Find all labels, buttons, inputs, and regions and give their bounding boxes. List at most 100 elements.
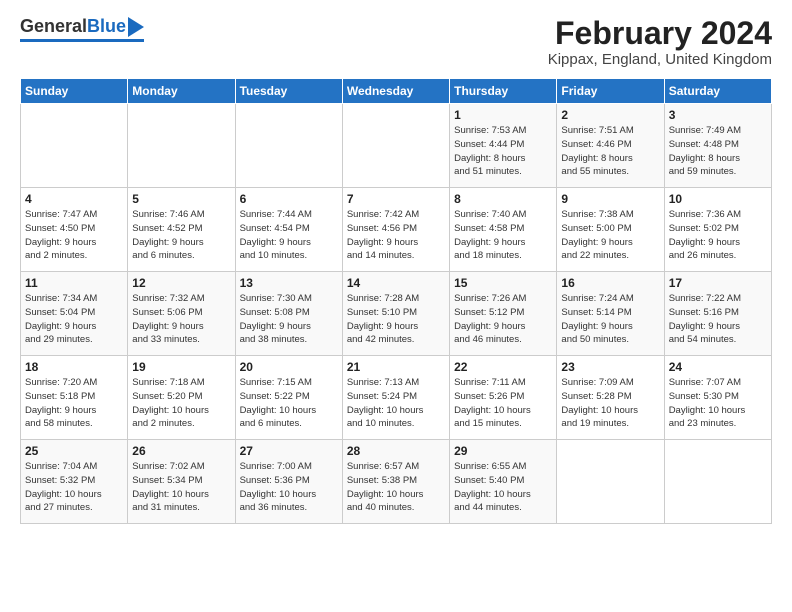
day-info: Sunrise: 7:38 AM Sunset: 5:00 PM Dayligh… xyxy=(561,208,659,263)
calendar-cell: 18 Sunrise: 7:20 AM Sunset: 5:18 PM Dayli… xyxy=(21,356,128,440)
calendar-cell: 6 Sunrise: 7:44 AM Sunset: 4:54 PM Daylig… xyxy=(235,188,342,272)
day-info: Sunrise: 7:11 AM Sunset: 5:26 PM Dayligh… xyxy=(454,376,552,431)
calendar-cell xyxy=(128,104,235,188)
day-number: 16 xyxy=(561,276,659,290)
logo-arrow-icon xyxy=(128,17,144,37)
calendar-cell: 3Sunrise: 7:49 AM Sunset: 4:48 PM Daylig… xyxy=(664,104,771,188)
day-number: 13 xyxy=(240,276,338,290)
calendar-cell: 11 Sunrise: 7:34 AM Sunset: 5:04 PM Dayli… xyxy=(21,272,128,356)
calendar-cell xyxy=(664,440,771,524)
week-row-4: 18 Sunrise: 7:20 AM Sunset: 5:18 PM Dayli… xyxy=(21,356,772,440)
day-number: 15 xyxy=(454,276,552,290)
day-info: Sunrise: 7:53 AM Sunset: 4:44 PM Dayligh… xyxy=(454,124,552,179)
calendar-cell: 17Sunrise: 7:22 AM Sunset: 5:16 PM Dayli… xyxy=(664,272,771,356)
calendar-cell xyxy=(342,104,449,188)
week-row-1: 1 Sunrise: 7:53 AM Sunset: 4:44 PM Daylig… xyxy=(21,104,772,188)
day-number: 6 xyxy=(240,192,338,206)
day-number: 23 xyxy=(561,360,659,374)
calendar-cell: 23 Sunrise: 7:09 AM Sunset: 5:28 PM Dayli… xyxy=(557,356,664,440)
day-number: 26 xyxy=(132,444,230,458)
day-number: 10 xyxy=(669,192,767,206)
day-info: Sunrise: 7:09 AM Sunset: 5:28 PM Dayligh… xyxy=(561,376,659,431)
day-number: 1 xyxy=(454,108,552,122)
day-number: 28 xyxy=(347,444,445,458)
day-info: Sunrise: 7:42 AM Sunset: 4:56 PM Dayligh… xyxy=(347,208,445,263)
day-info: Sunrise: 7:44 AM Sunset: 4:54 PM Dayligh… xyxy=(240,208,338,263)
week-row-2: 4 Sunrise: 7:47 AM Sunset: 4:50 PM Daylig… xyxy=(21,188,772,272)
day-info: Sunrise: 7:22 AM Sunset: 5:16 PM Dayligh… xyxy=(669,292,767,347)
day-number: 14 xyxy=(347,276,445,290)
calendar-cell xyxy=(235,104,342,188)
day-number: 11 xyxy=(25,276,123,290)
day-info: Sunrise: 7:46 AM Sunset: 4:52 PM Dayligh… xyxy=(132,208,230,263)
day-info: Sunrise: 7:15 AM Sunset: 5:22 PM Dayligh… xyxy=(240,376,338,431)
day-info: Sunrise: 7:34 AM Sunset: 5:04 PM Dayligh… xyxy=(25,292,123,347)
day-number: 19 xyxy=(132,360,230,374)
calendar-cell: 4 Sunrise: 7:47 AM Sunset: 4:50 PM Daylig… xyxy=(21,188,128,272)
day-number: 4 xyxy=(25,192,123,206)
day-number: 22 xyxy=(454,360,552,374)
col-header-thursday: Thursday xyxy=(450,79,557,104)
day-number: 20 xyxy=(240,360,338,374)
calendar-cell: 21 Sunrise: 7:13 AM Sunset: 5:24 PM Dayli… xyxy=(342,356,449,440)
calendar-cell: 2 Sunrise: 7:51 AM Sunset: 4:46 PM Daylig… xyxy=(557,104,664,188)
calendar-cell: 9Sunrise: 7:38 AM Sunset: 5:00 PM Daylig… xyxy=(557,188,664,272)
header: GeneralBlue February 2024 Kippax, Englan… xyxy=(20,16,772,68)
logo-blue: Blue xyxy=(87,16,126,37)
day-number: 5 xyxy=(132,192,230,206)
day-info: Sunrise: 7:36 AM Sunset: 5:02 PM Dayligh… xyxy=(669,208,767,263)
calendar-cell: 1 Sunrise: 7:53 AM Sunset: 4:44 PM Daylig… xyxy=(450,104,557,188)
calendar-cell: 25Sunrise: 7:04 AM Sunset: 5:32 PM Dayli… xyxy=(21,440,128,524)
day-number: 3 xyxy=(669,108,767,122)
calendar-cell xyxy=(557,440,664,524)
calendar-cell: 22 Sunrise: 7:11 AM Sunset: 5:26 PM Dayli… xyxy=(450,356,557,440)
day-info: Sunrise: 7:51 AM Sunset: 4:46 PM Dayligh… xyxy=(561,124,659,179)
calendar-cell xyxy=(21,104,128,188)
logo-text: GeneralBlue xyxy=(20,16,144,37)
calendar-table: SundayMondayTuesdayWednesdayThursdayFrid… xyxy=(20,78,772,524)
calendar-cell: 16 Sunrise: 7:24 AM Sunset: 5:14 PM Dayli… xyxy=(557,272,664,356)
calendar-cell: 28 Sunrise: 6:57 AM Sunset: 5:38 PM Dayli… xyxy=(342,440,449,524)
col-header-tuesday: Tuesday xyxy=(235,79,342,104)
calendar-cell: 26Sunrise: 7:02 AM Sunset: 5:34 PM Dayli… xyxy=(128,440,235,524)
day-number: 21 xyxy=(347,360,445,374)
calendar-cell: 24 Sunrise: 7:07 AM Sunset: 5:30 PM Dayli… xyxy=(664,356,771,440)
day-info: Sunrise: 6:57 AM Sunset: 5:38 PM Dayligh… xyxy=(347,460,445,515)
day-number: 18 xyxy=(25,360,123,374)
day-info: Sunrise: 7:47 AM Sunset: 4:50 PM Dayligh… xyxy=(25,208,123,263)
calendar-cell: 27Sunrise: 7:00 AM Sunset: 5:36 PM Dayli… xyxy=(235,440,342,524)
day-info: Sunrise: 6:55 AM Sunset: 5:40 PM Dayligh… xyxy=(454,460,552,515)
col-header-wednesday: Wednesday xyxy=(342,79,449,104)
day-info: Sunrise: 7:40 AM Sunset: 4:58 PM Dayligh… xyxy=(454,208,552,263)
calendar-cell: 8 Sunrise: 7:40 AM Sunset: 4:58 PM Daylig… xyxy=(450,188,557,272)
day-number: 12 xyxy=(132,276,230,290)
day-info: Sunrise: 7:30 AM Sunset: 5:08 PM Dayligh… xyxy=(240,292,338,347)
calendar-header-row: SundayMondayTuesdayWednesdayThursdayFrid… xyxy=(21,79,772,104)
day-number: 8 xyxy=(454,192,552,206)
calendar-cell: 14 Sunrise: 7:28 AM Sunset: 5:10 PM Dayli… xyxy=(342,272,449,356)
title-block: February 2024 Kippax, England, United Ki… xyxy=(548,16,772,68)
page: GeneralBlue February 2024 Kippax, Englan… xyxy=(0,0,792,536)
day-info: Sunrise: 7:28 AM Sunset: 5:10 PM Dayligh… xyxy=(347,292,445,347)
calendar-cell: 7 Sunrise: 7:42 AM Sunset: 4:56 PM Daylig… xyxy=(342,188,449,272)
calendar-cell: 5 Sunrise: 7:46 AM Sunset: 4:52 PM Daylig… xyxy=(128,188,235,272)
day-number: 24 xyxy=(669,360,767,374)
calendar-cell: 20 Sunrise: 7:15 AM Sunset: 5:22 PM Dayli… xyxy=(235,356,342,440)
calendar-cell: 10 Sunrise: 7:36 AM Sunset: 5:02 PM Dayli… xyxy=(664,188,771,272)
day-number: 2 xyxy=(561,108,659,122)
day-info: Sunrise: 7:24 AM Sunset: 5:14 PM Dayligh… xyxy=(561,292,659,347)
day-info: Sunrise: 7:20 AM Sunset: 5:18 PM Dayligh… xyxy=(25,376,123,431)
day-number: 27 xyxy=(240,444,338,458)
calendar-title: February 2024 xyxy=(548,16,772,51)
week-row-3: 11 Sunrise: 7:34 AM Sunset: 5:04 PM Dayli… xyxy=(21,272,772,356)
logo: GeneralBlue xyxy=(20,16,144,42)
col-header-sunday: Sunday xyxy=(21,79,128,104)
day-info: Sunrise: 7:07 AM Sunset: 5:30 PM Dayligh… xyxy=(669,376,767,431)
day-number: 7 xyxy=(347,192,445,206)
calendar-cell: 13 Sunrise: 7:30 AM Sunset: 5:08 PM Dayli… xyxy=(235,272,342,356)
day-number: 29 xyxy=(454,444,552,458)
week-row-5: 25Sunrise: 7:04 AM Sunset: 5:32 PM Dayli… xyxy=(21,440,772,524)
day-info: Sunrise: 7:13 AM Sunset: 5:24 PM Dayligh… xyxy=(347,376,445,431)
col-header-friday: Friday xyxy=(557,79,664,104)
logo-general: General xyxy=(20,16,87,37)
